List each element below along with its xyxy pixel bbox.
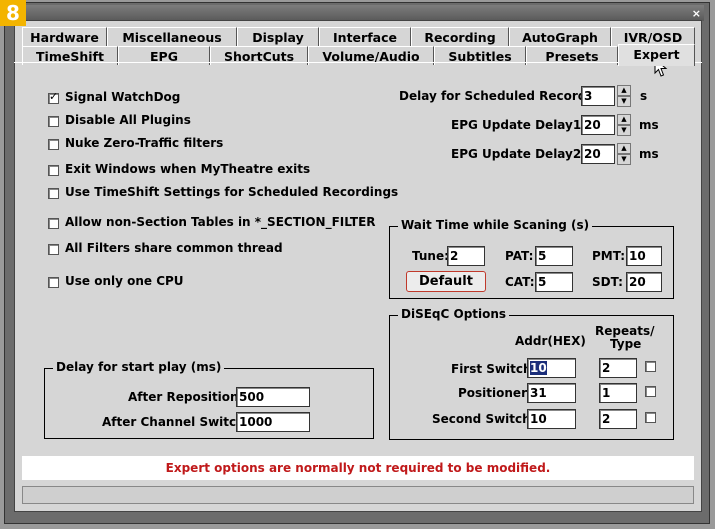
nuke-filters-label: Nuke Zero-Traffic filters bbox=[65, 136, 224, 150]
start-play-title: Delay for start play (ms) bbox=[53, 360, 225, 374]
addr-hex-header: Addr(HEX) bbox=[515, 334, 586, 348]
first-switch-label: First Switch bbox=[451, 362, 532, 376]
signal-watchdog-checkbox[interactable] bbox=[48, 90, 59, 104]
positioner-label: Positioner bbox=[458, 386, 527, 400]
status-bar bbox=[22, 486, 694, 504]
tab-display[interactable]: Display bbox=[237, 27, 319, 46]
tab-expert[interactable]: Expert bbox=[618, 44, 695, 66]
pat-label: PAT: bbox=[505, 249, 534, 263]
pmt-input[interactable]: 10 bbox=[626, 246, 662, 266]
epg-delay2-label: EPG Update Delay2 bbox=[451, 147, 582, 161]
common-thread-label: All Filters share common thread bbox=[65, 241, 283, 255]
diseqc-title: DiSEqC Options bbox=[398, 307, 510, 321]
scheduled-delay-input[interactable]: 3 bbox=[581, 86, 615, 106]
tab-miscellaneous[interactable]: Miscellaneous bbox=[107, 27, 237, 46]
step-badge: 8 bbox=[0, 0, 26, 26]
epg-delay1-spinner[interactable]: ▲ ▼ bbox=[617, 114, 631, 136]
positioner-addr-input[interactable]: 31 bbox=[527, 383, 576, 403]
epg-delay1-input[interactable]: 20 bbox=[581, 115, 615, 135]
after-switch-label: After Channel Switch: bbox=[102, 415, 250, 429]
non-section-tables-label: Allow non-Section Tables in *_SECTION_FI… bbox=[65, 215, 376, 229]
second-switch-repeats-input[interactable]: 2 bbox=[599, 409, 637, 429]
positioner-repeats-input[interactable]: 1 bbox=[599, 383, 637, 403]
first-switch-addr-value: 10 bbox=[530, 361, 547, 375]
epg-delay2-spinner[interactable]: ▲ ▼ bbox=[617, 143, 631, 165]
tune-label: Tune: bbox=[412, 249, 449, 263]
epg-delay2-input[interactable]: 20 bbox=[581, 144, 615, 164]
signal-watchdog-label: Signal WatchDog bbox=[65, 90, 181, 104]
positioner-type-checkbox[interactable] bbox=[645, 386, 656, 397]
tune-input[interactable]: 2 bbox=[447, 246, 485, 266]
one-cpu-checkbox[interactable] bbox=[48, 277, 59, 288]
nuke-filters-checkbox[interactable] bbox=[48, 139, 59, 150]
timeshift-settings-checkbox[interactable] bbox=[48, 188, 59, 199]
tab-divider bbox=[14, 62, 702, 63]
repeats-header: Repeats/ bbox=[595, 324, 655, 338]
after-reposition-input[interactable]: 500 bbox=[236, 387, 310, 407]
timeshift-settings-label: Use TimeShift Settings for Scheduled Rec… bbox=[65, 185, 399, 199]
after-reposition-label: After Reposition: bbox=[128, 390, 244, 404]
cat-label: CAT: bbox=[505, 275, 535, 289]
exit-windows-label: Exit Windows when MyTheatre exits bbox=[65, 162, 311, 176]
non-section-tables-checkbox[interactable] bbox=[48, 218, 59, 229]
first-switch-type-checkbox[interactable] bbox=[645, 361, 656, 372]
disable-plugins-checkbox[interactable] bbox=[48, 116, 59, 127]
epg-delay1-unit: ms bbox=[639, 118, 659, 132]
tab-interface[interactable]: Interface bbox=[319, 27, 411, 46]
first-switch-addr-input[interactable]: 10 bbox=[527, 358, 576, 378]
tab-recording[interactable]: Recording bbox=[411, 27, 509, 46]
after-switch-input[interactable]: 1000 bbox=[236, 412, 310, 432]
epg-delay2-unit: ms bbox=[639, 147, 659, 161]
scheduled-delay-unit: s bbox=[640, 89, 648, 103]
scheduled-delay-spinner[interactable]: ▲ ▼ bbox=[617, 85, 631, 107]
second-switch-addr-input[interactable]: 10 bbox=[527, 409, 576, 429]
title-bar bbox=[8, 5, 704, 21]
first-switch-repeats-input[interactable]: 2 bbox=[599, 358, 637, 378]
scheduled-delay-label: Delay for Scheduled Record bbox=[399, 89, 587, 103]
common-thread-checkbox[interactable] bbox=[48, 244, 59, 255]
one-cpu-label: Use only one CPU bbox=[65, 274, 184, 288]
second-switch-type-checkbox[interactable] bbox=[645, 412, 656, 423]
pmt-label: PMT: bbox=[592, 249, 626, 263]
type-header: Type bbox=[610, 337, 642, 351]
second-switch-label: Second Switch bbox=[432, 412, 531, 426]
exit-windows-checkbox[interactable] bbox=[48, 165, 59, 176]
tab-hardware[interactable]: Hardware bbox=[22, 27, 107, 46]
cat-input[interactable]: 5 bbox=[535, 272, 573, 292]
wait-time-title: Wait Time while Scaning (s) bbox=[398, 218, 593, 232]
default-button[interactable]: Default bbox=[406, 271, 486, 292]
expert-notice: Expert options are normally not required… bbox=[22, 456, 694, 480]
close-icon[interactable]: × bbox=[692, 7, 701, 20]
disable-plugins-label: Disable All Plugins bbox=[65, 113, 191, 127]
epg-delay1-label: EPG Update Delay1 bbox=[451, 118, 582, 132]
pat-input[interactable]: 5 bbox=[535, 246, 573, 266]
sdt-input[interactable]: 20 bbox=[626, 272, 662, 292]
sdt-label: SDT: bbox=[592, 275, 623, 289]
tab-autograph[interactable]: AutoGraph bbox=[509, 27, 611, 46]
